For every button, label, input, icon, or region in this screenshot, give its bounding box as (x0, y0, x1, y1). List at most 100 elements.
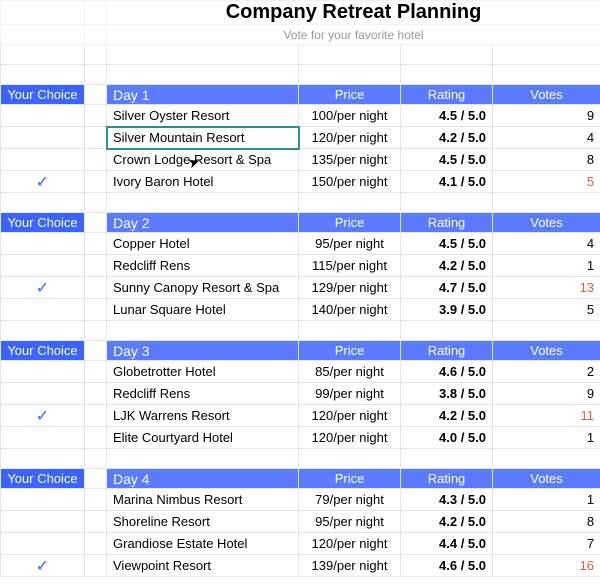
rating-cell[interactable]: 4.7 / 5.0 (401, 277, 493, 299)
hotel-name-cell[interactable]: Shoreline Resort (107, 511, 299, 533)
cell[interactable] (85, 213, 107, 233)
choice-cell[interactable] (1, 361, 85, 383)
price-cell[interactable]: 135/per night (299, 149, 401, 171)
cell[interactable] (1, 193, 85, 213)
cell[interactable] (85, 361, 107, 383)
cell[interactable] (107, 65, 299, 85)
cell[interactable] (1, 45, 85, 65)
votes-cell[interactable]: 4 (493, 127, 600, 149)
cell[interactable] (85, 383, 107, 405)
cell[interactable] (299, 65, 401, 85)
cell[interactable] (107, 449, 299, 469)
hotel-name-cell[interactable]: Ivory Baron Hotel (107, 171, 299, 193)
cell[interactable] (85, 171, 107, 193)
hotel-name-cell[interactable]: Globetrotter Hotel (107, 361, 299, 383)
rating-cell[interactable]: 4.3 / 5.0 (401, 489, 493, 511)
rating-cell[interactable]: 4.2 / 5.0 (401, 405, 493, 427)
votes-cell[interactable]: 1 (493, 489, 600, 511)
price-cell[interactable]: 140/per night (299, 299, 401, 321)
cell[interactable] (1, 449, 85, 469)
votes-cell[interactable]: 9 (493, 383, 600, 405)
cell[interactable] (85, 233, 107, 255)
cell[interactable] (107, 193, 299, 213)
choice-cell[interactable]: ✓ (1, 555, 85, 577)
hotel-name-cell[interactable]: Lunar Square Hotel (107, 299, 299, 321)
choice-cell[interactable]: ✓ (1, 171, 85, 193)
choice-cell[interactable] (1, 427, 85, 449)
cell[interactable] (85, 341, 107, 361)
cell[interactable] (85, 511, 107, 533)
cell[interactable] (85, 321, 107, 341)
cell[interactable] (85, 65, 107, 85)
price-cell[interactable]: 115/per night (299, 255, 401, 277)
votes-cell[interactable]: 16 (493, 555, 600, 577)
hotel-name-cell[interactable]: Viewpoint Resort (107, 555, 299, 577)
cell[interactable] (85, 127, 107, 149)
choice-cell[interactable]: ✓ (1, 405, 85, 427)
choice-cell[interactable] (1, 489, 85, 511)
hotel-name-cell[interactable]: Silver Oyster Resort (107, 105, 299, 127)
choice-cell[interactable] (1, 127, 85, 149)
votes-cell[interactable]: 9 (493, 105, 600, 127)
price-cell[interactable]: 150/per night (299, 171, 401, 193)
cell[interactable] (1, 65, 85, 85)
hotel-name-cell[interactable]: Redcliff Rens (107, 383, 299, 405)
price-cell[interactable]: 95/per night (299, 233, 401, 255)
votes-cell[interactable]: 4 (493, 233, 600, 255)
cell[interactable] (85, 299, 107, 321)
choice-cell[interactable] (1, 383, 85, 405)
price-cell[interactable]: 120/per night (299, 127, 401, 149)
cell[interactable] (85, 427, 107, 449)
choice-cell[interactable] (1, 511, 85, 533)
cell[interactable] (1, 25, 85, 45)
votes-cell[interactable]: 5 (493, 171, 600, 193)
cell[interactable] (299, 321, 401, 341)
cell[interactable] (1, 321, 85, 341)
choice-cell[interactable]: ✓ (1, 277, 85, 299)
cell[interactable] (85, 85, 107, 105)
votes-cell[interactable]: 1 (493, 427, 600, 449)
votes-cell[interactable]: 2 (493, 361, 600, 383)
choice-cell[interactable] (1, 255, 85, 277)
votes-cell[interactable]: 8 (493, 149, 600, 171)
cell[interactable] (299, 45, 401, 65)
cell[interactable] (401, 321, 493, 341)
votes-cell[interactable]: 5 (493, 299, 600, 321)
cell[interactable] (299, 449, 401, 469)
rating-cell[interactable]: 3.9 / 5.0 (401, 299, 493, 321)
rating-cell[interactable]: 4.2 / 5.0 (401, 255, 493, 277)
rating-cell[interactable]: 4.6 / 5.0 (401, 361, 493, 383)
cell[interactable] (299, 193, 401, 213)
price-cell[interactable]: 120/per night (299, 405, 401, 427)
cell[interactable] (85, 45, 107, 65)
cell[interactable] (493, 449, 600, 469)
hotel-name-cell[interactable]: Elite Courtyard Hotel (107, 427, 299, 449)
votes-cell[interactable]: 13 (493, 277, 600, 299)
cell[interactable] (85, 149, 107, 171)
choice-cell[interactable] (1, 299, 85, 321)
votes-cell[interactable]: 1 (493, 255, 600, 277)
cell[interactable] (107, 45, 299, 65)
choice-cell[interactable] (1, 149, 85, 171)
price-cell[interactable]: 79/per night (299, 489, 401, 511)
cell[interactable] (107, 321, 299, 341)
hotel-name-cell[interactable]: Crown Lodge Resort & Spa➤ (107, 149, 299, 171)
cell[interactable] (85, 277, 107, 299)
hotel-name-cell[interactable]: Silver Mountain Resort (107, 127, 299, 149)
rating-cell[interactable]: 3.8 / 5.0 (401, 383, 493, 405)
price-cell[interactable]: 120/per night (299, 427, 401, 449)
cell[interactable] (85, 1, 107, 25)
cell[interactable] (85, 555, 107, 577)
hotel-name-cell[interactable]: Sunny Canopy Resort & Spa (107, 277, 299, 299)
rating-cell[interactable]: 4.1 / 5.0 (401, 171, 493, 193)
spreadsheet[interactable]: Company Retreat PlanningVote for your fa… (0, 0, 600, 577)
cell[interactable] (401, 449, 493, 469)
price-cell[interactable]: 139/per night (299, 555, 401, 577)
price-cell[interactable]: 120/per night (299, 533, 401, 555)
price-cell[interactable]: 99/per night (299, 383, 401, 405)
cell[interactable] (85, 193, 107, 213)
cell[interactable] (401, 193, 493, 213)
votes-cell[interactable]: 7 (493, 533, 600, 555)
cell[interactable] (85, 105, 107, 127)
price-cell[interactable]: 85/per night (299, 361, 401, 383)
